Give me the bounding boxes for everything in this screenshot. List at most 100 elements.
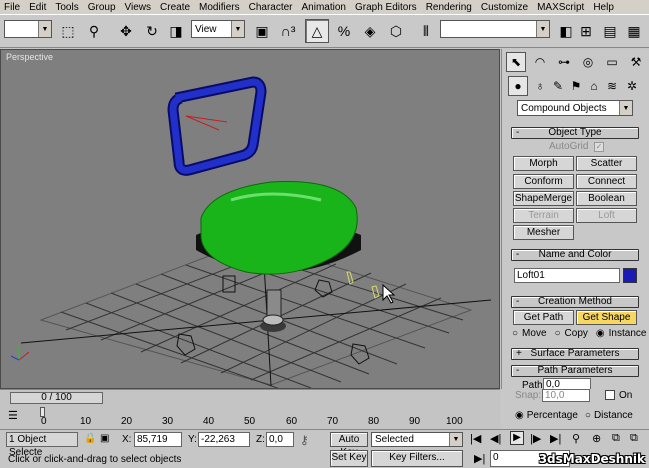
snap-field[interactable]: 10,0	[542, 389, 590, 402]
select-by-name-icon[interactable]: ⚲	[82, 19, 106, 43]
menu-rendering[interactable]: Rendering	[426, 0, 476, 14]
display-tab-icon[interactable]: ▭	[602, 52, 622, 72]
radio-instance[interactable]: ◉	[596, 328, 605, 339]
angle-snap-icon[interactable]: △	[305, 19, 329, 43]
systems-icon[interactable]: ✲	[622, 76, 642, 96]
get-shape-button[interactable]: Get Shape	[576, 310, 637, 325]
menu-graph-editors[interactable]: Graph Editors	[355, 0, 421, 14]
name-color-rollout[interactable]: - Name and Color	[511, 249, 639, 261]
prev-frame-icon[interactable]: ◀|	[490, 432, 501, 445]
menu-views[interactable]: Views	[125, 0, 156, 14]
geometry-icon[interactable]: ●	[508, 76, 528, 96]
next-frame-icon[interactable]: |▶	[530, 432, 541, 445]
radio-copy[interactable]: ○	[555, 328, 561, 339]
zoom-icon[interactable]: ⚲	[572, 432, 580, 445]
surface-params-rollout[interactable]: + Surface Parameters	[511, 348, 639, 360]
path-params-rollout[interactable]: - Path Parameters	[511, 365, 639, 377]
zoom-extents-icon[interactable]: ⧉	[612, 432, 620, 445]
absolute-mode-icon[interactable]: ▣	[100, 433, 109, 444]
object-name-field[interactable]: Loft01	[514, 268, 620, 283]
menu-group[interactable]: Group	[88, 0, 120, 14]
shapes-icon[interactable]: ♁	[530, 76, 550, 96]
menu-edit[interactable]: Edit	[29, 0, 50, 14]
align-icon[interactable]: ⊞	[574, 19, 598, 43]
menu-help[interactable]: Help	[593, 0, 618, 14]
time-marker[interactable]	[40, 407, 45, 417]
curve-editor-icon[interactable]: ▦	[622, 19, 646, 43]
category-dropdown[interactable]: Compound Objects ▼	[517, 100, 633, 116]
menu-create[interactable]: Create	[160, 0, 194, 14]
named-selection-dropdown[interactable]: ▼	[440, 20, 550, 38]
menu-animation[interactable]: Animation	[302, 0, 350, 14]
time-slider[interactable]: 0 / 100	[0, 389, 500, 405]
goto-start-icon[interactable]: |◀	[470, 432, 481, 445]
lights-icon[interactable]: ✎	[548, 76, 568, 96]
zoom-extents-all-icon[interactable]: ⧉	[630, 432, 638, 445]
goto-end-icon[interactable]: ▶|	[550, 432, 561, 445]
menu-character[interactable]: Character	[249, 0, 297, 14]
play-icon[interactable]: ▶	[510, 431, 524, 445]
key-filters-button[interactable]: Key Filters...	[371, 450, 463, 467]
reference-coord-dropdown[interactable]: View ▼	[191, 20, 245, 38]
menu-tools[interactable]: Tools	[55, 0, 82, 14]
space-warps-icon[interactable]: ≋	[602, 76, 622, 96]
autogrid-checkbox[interactable]: ✓	[594, 142, 604, 152]
menu-file[interactable]: File	[4, 0, 24, 14]
morph-button[interactable]: Morph	[513, 156, 574, 171]
z-coord-field[interactable]: 0,0	[266, 432, 294, 447]
pivot-center-icon[interactable]: ▣	[250, 19, 274, 43]
loft-button[interactable]: Loft	[576, 208, 637, 223]
key-mode-toggle-icon[interactable]: ▶|	[474, 452, 485, 465]
chevron-down-icon: ▼	[449, 433, 462, 446]
utilities-tab-icon[interactable]: ⚒	[626, 52, 646, 72]
motion-tab-icon[interactable]: ◎	[578, 52, 598, 72]
track-tick-label: 80	[368, 416, 380, 427]
track-bar[interactable]: ☰ 0 10 20 30 40 50 60 70 80 90 100	[0, 405, 500, 429]
perspective-viewport[interactable]: Perspective	[0, 49, 500, 389]
menu-modifiers[interactable]: Modifiers	[199, 0, 244, 14]
time-slider-thumb[interactable]: 0 / 100	[10, 392, 103, 404]
snap-3d-icon[interactable]: ∩³	[276, 19, 300, 43]
y-coord-field[interactable]: -22,263	[198, 432, 250, 447]
shapemerge-button[interactable]: ShapeMerge	[513, 191, 574, 206]
x-coord-field[interactable]: 85,719	[134, 432, 182, 447]
creation-method-rollout[interactable]: - Creation Method	[511, 296, 639, 308]
boolean-button[interactable]: Boolean	[576, 191, 637, 206]
rotate-icon[interactable]: ↻	[140, 19, 164, 43]
radio-percentage[interactable]: ◉	[515, 410, 524, 421]
cameras-icon[interactable]: ⚑	[566, 76, 586, 96]
object-color-swatch[interactable]	[623, 268, 637, 283]
create-tab-icon[interactable]: ⬉	[506, 52, 526, 72]
key-mode-icon[interactable]: ⚷	[300, 433, 309, 447]
set-key-button[interactable]: Set Key	[330, 450, 368, 467]
mirror-icon[interactable]: ⫴	[414, 19, 438, 43]
menu-maxscript[interactable]: MAXScript	[537, 0, 588, 14]
hierarchy-tab-icon[interactable]: ⊶	[554, 52, 574, 72]
terrain-button[interactable]: Terrain	[513, 208, 574, 223]
lock-icon[interactable]: 🔒	[84, 433, 96, 444]
zoom-all-icon[interactable]: ⊕	[592, 432, 601, 445]
snap-on-checkbox[interactable]	[605, 390, 615, 400]
object-type-rollout[interactable]: - Object Type	[511, 127, 639, 139]
percent-snap-icon[interactable]: %	[332, 19, 356, 43]
track-icon[interactable]: ☰	[8, 409, 24, 423]
connect-button[interactable]: Connect	[576, 174, 637, 189]
key-filter-dropdown[interactable]: Selected ▼	[371, 432, 463, 447]
scatter-button[interactable]: Scatter	[576, 156, 637, 171]
get-path-button[interactable]: Get Path	[513, 310, 574, 325]
conform-button[interactable]: Conform	[513, 174, 574, 189]
edit-named-selection-icon[interactable]: ⬡	[384, 19, 408, 43]
select-object-icon[interactable]: ⬚	[56, 19, 80, 43]
helpers-icon[interactable]: ⌂	[584, 76, 604, 96]
move-icon[interactable]: ✥	[114, 19, 138, 43]
radio-move[interactable]: ○	[512, 328, 518, 339]
auto-key-button[interactable]: Auto Key	[330, 432, 368, 458]
menu-customize[interactable]: Customize	[481, 0, 532, 14]
scale-icon[interactable]: ◨	[164, 19, 188, 43]
mesher-button[interactable]: Mesher	[513, 225, 574, 240]
layer-manager-icon[interactable]: ▤	[598, 19, 622, 43]
radio-distance[interactable]: ○	[585, 410, 591, 421]
modify-tab-icon[interactable]: ◠	[530, 52, 550, 72]
spinner-snap-icon[interactable]: ◈	[358, 19, 382, 43]
selection-filter-dropdown[interactable]: ▼	[4, 20, 52, 38]
